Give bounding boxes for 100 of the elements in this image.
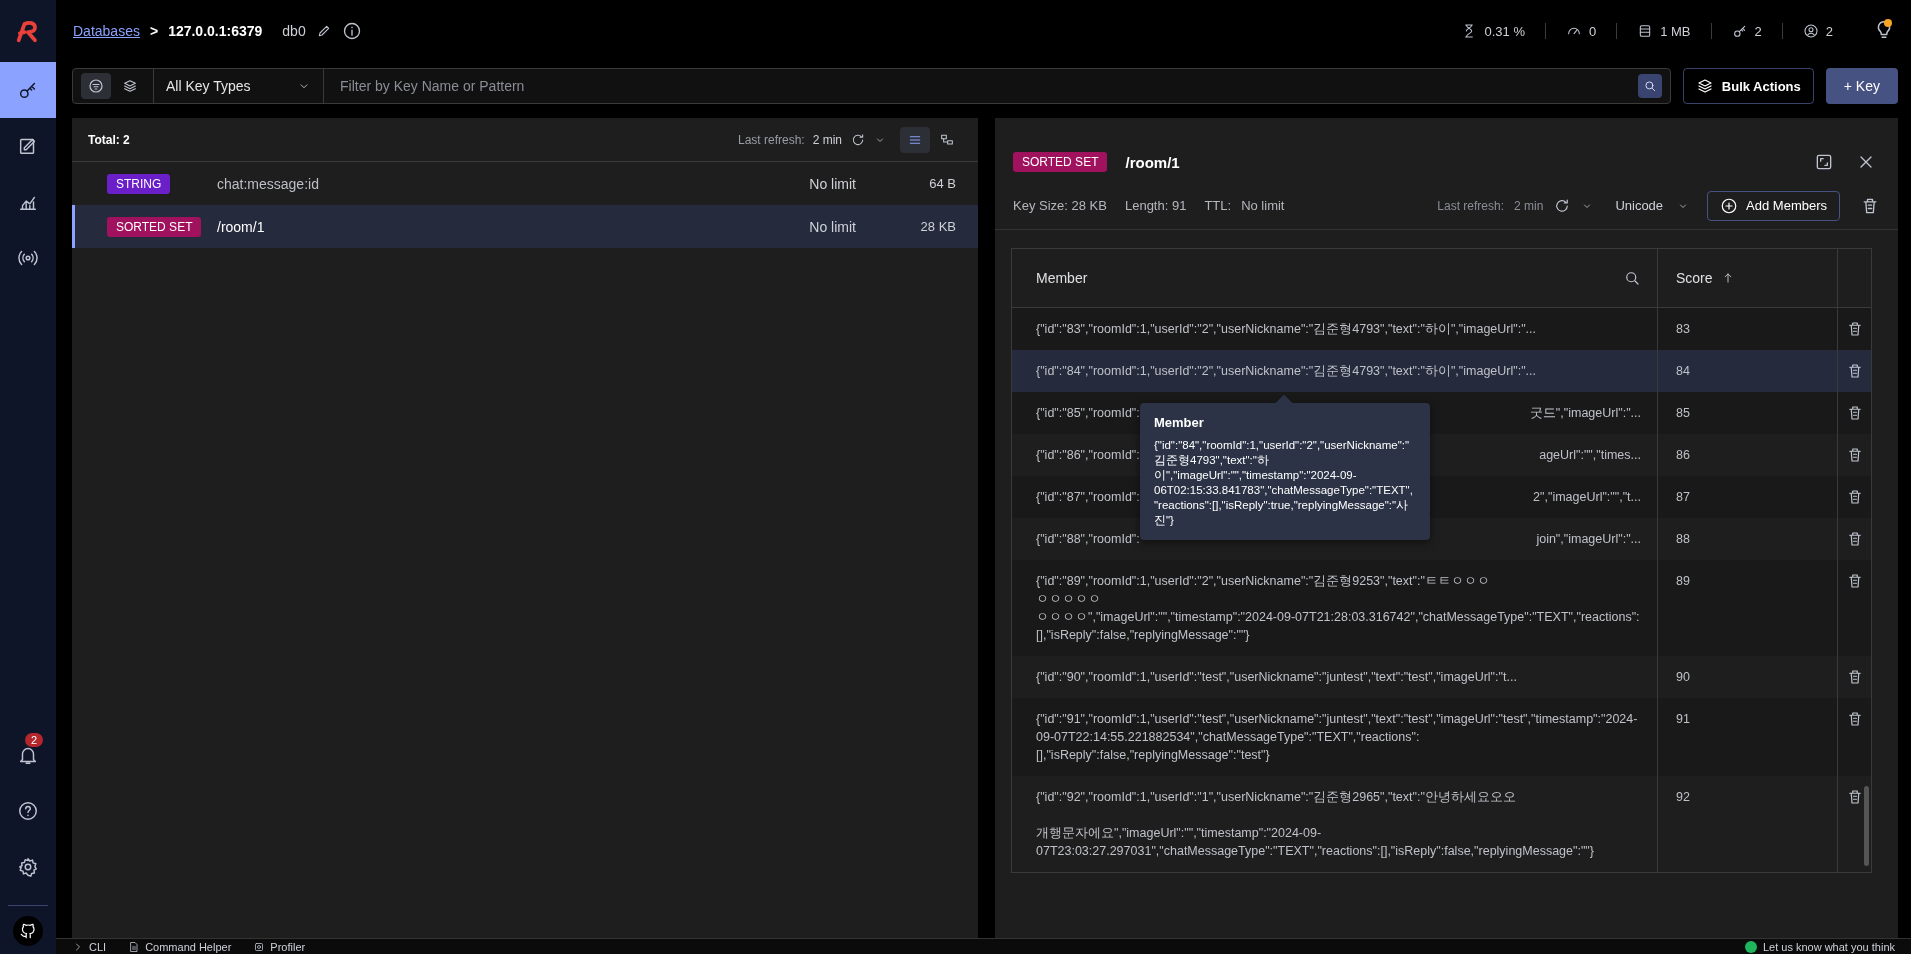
panel-tab[interactable]: Command Helper xyxy=(128,940,232,953)
key-name: /room/1 xyxy=(1125,153,1180,171)
expand-icon xyxy=(1814,152,1834,172)
refresh-button[interactable] xyxy=(850,131,866,148)
search-button[interactable] xyxy=(1623,269,1641,287)
member-value: {"id":"84","roomId":1,"userId":"2","userNickname":"김준형4793","text":"하이","imageUrl":"... xyxy=(1036,363,1538,380)
help-icon xyxy=(17,800,39,822)
key-size: 28 KB xyxy=(919,219,956,234)
panel-tab[interactable]: Profiler xyxy=(253,940,306,953)
member-value: {"id":"88","roomId": xyxy=(1036,531,1140,548)
search-icon xyxy=(1623,269,1641,287)
column-header[interactable]: Score xyxy=(1676,270,1713,286)
info-icon xyxy=(341,21,362,41)
score-value: 92 xyxy=(1676,790,1690,804)
key-type-tag: SORTED SET xyxy=(1013,152,1108,172)
member-value: {"id":"83","roomId":1,"userId":"2","userNickname":"김준형4793","text":"하이","imageUrl":"... xyxy=(1036,321,1538,338)
member-row[interactable]: {"id":"83","roomId":1,"userId":"2","userNickname":"김준형4793","text":"하이","imageUrl":"... 83 xyxy=(1012,308,1871,350)
github-button[interactable] xyxy=(13,916,43,946)
search-button[interactable] xyxy=(1637,74,1662,98)
score-value: 89 xyxy=(1676,574,1690,588)
member-value: {"id":"86","roomId": xyxy=(1036,447,1140,464)
filter-icon xyxy=(87,77,105,95)
member-value: ageUrl":"","times... xyxy=(1539,447,1641,464)
settings-icon xyxy=(17,856,39,878)
stat-value: 2 xyxy=(1825,23,1833,39)
member-value: {"id":"91","roomId":1,"userId":"test","userNickname":"juntest","text":"test","imageUrl":"test","timestamp":"2024-09-07T22:14:55.221882534","chatMessageType":"TEXT","reactions":[],"isReply":false,"replyingMessage":"test"} xyxy=(1036,711,1639,764)
notification-badge: 2 xyxy=(25,733,44,747)
member-row[interactable] xyxy=(1012,560,1871,656)
score-value: 87 xyxy=(1676,490,1690,504)
score-value: 88 xyxy=(1676,532,1690,546)
database-index: db0 xyxy=(282,23,306,39)
refresh-icon xyxy=(850,131,866,148)
key-type-tag: SORTED SET xyxy=(107,216,202,237)
member-value: {"id":"85","roomId": xyxy=(1036,405,1140,422)
key-row[interactable]: SORTED SET /room/1 No limit 28 KB xyxy=(72,205,978,248)
score-value: 91 xyxy=(1676,712,1690,726)
add-key-button[interactable]: + Key xyxy=(1825,68,1898,104)
scrollbar[interactable] xyxy=(1864,786,1869,866)
key-type-dropdown[interactable]: All Key Types xyxy=(154,69,324,103)
key-size: 64 B xyxy=(928,176,956,191)
fullscreen-button[interactable] xyxy=(1814,152,1834,172)
member-value: {"id":"89","roomId":1,"userId":"2","userNickname":"김준형9253","text":"ㅌㅌㅇㅇㅇ xyxy=(1036,573,1491,590)
member-value: {"id":"92","roomId":1,"userId":"1","userNickname":"김준형2965","text":"안녕하세요오오 개행문자에요","imageUrl":"","timestamp":"2024-09-07T23:03:27.297031","chatMessageType":"TEXT","reactions":[],"isReply":false,"replyingMessage":""} xyxy=(1036,789,1595,860)
score-value: 85 xyxy=(1676,406,1690,420)
key-ttl: No limit xyxy=(808,218,856,235)
score-value: 86 xyxy=(1676,448,1690,462)
tooltip-title: Member xyxy=(1154,415,1205,430)
breadcrumb-separator: > xyxy=(149,23,159,39)
member-row[interactable]: {"id":"84","roomId":1,"userId":"2","userNickname":"김준형4793","text":"하이","imageUrl":"... 84 xyxy=(1012,350,1871,392)
bulk-actions-button[interactable]: Bulk Actions xyxy=(1682,68,1814,104)
notification-dot xyxy=(1884,19,1892,27)
member-value: {"id":"90","roomId":1,"userId":"test","userNickname":"juntest","text":"test","imageUrl":"t... xyxy=(1036,669,1518,686)
user-icon xyxy=(1802,23,1819,39)
refresh-time: 2 min xyxy=(1514,198,1544,213)
key-ttl: No limit xyxy=(808,175,856,192)
github-icon xyxy=(19,922,37,940)
profiler-icon xyxy=(253,940,266,953)
column-header[interactable]: Member xyxy=(1036,270,1088,286)
plus-icon xyxy=(1720,196,1739,215)
stat-value: 0 xyxy=(1588,23,1597,39)
member-value: join","imageUrl":"... xyxy=(1536,531,1641,548)
layers-icon xyxy=(122,78,138,94)
member-value: 2","imageUrl":"","t... xyxy=(1533,489,1641,506)
search-icon xyxy=(1642,79,1657,93)
score-value: 90 xyxy=(1676,670,1690,684)
refresh-time: 2 min xyxy=(812,132,842,147)
stat-value: 0.31 % xyxy=(1484,23,1525,39)
member-value: ㅇㅇㅇㅇ","imageUrl":"","timestamp":"2024-09-07T21:28:03.316742","chatMessageType":"TEXT","reactions":[],"isReply":false,"replyingMessage":""} xyxy=(1036,609,1641,644)
key-length: Length: 91 xyxy=(1124,198,1187,213)
panel-tab[interactable]: CLI xyxy=(72,940,107,953)
key-name: chat:message:id xyxy=(217,175,320,192)
stat-value: 1 MB xyxy=(1660,23,1691,39)
key-size: Key Size: 28 KB xyxy=(1013,198,1107,213)
feedback-icon xyxy=(1744,940,1757,953)
total-count: Total: 2 xyxy=(88,132,130,147)
score-value: 83 xyxy=(1676,322,1690,336)
key-name: /room/1 xyxy=(217,218,266,235)
member-value: ㅇㅇㅇㅇㅇ xyxy=(1036,591,1102,608)
database-host: 127.0.0.1:6379 xyxy=(168,23,263,39)
document-icon xyxy=(128,940,141,953)
ttl-value: No limit xyxy=(1241,198,1285,213)
score-value: 84 xyxy=(1676,364,1690,378)
breadcrumb-link[interactable]: Databases xyxy=(73,23,140,39)
filter-field[interactable]: All Key Types Filter by Key Name or Pattern xyxy=(72,68,1671,104)
refresh-label: Last refresh: xyxy=(737,132,805,147)
list-view-button[interactable] xyxy=(900,126,930,153)
key-type-tag: STRING xyxy=(107,173,171,194)
add-members-button[interactable]: Add Members xyxy=(1707,190,1840,221)
stat-value: 2 xyxy=(1754,23,1762,39)
key-row[interactable]: STRING chat:message:id No limit 64 B xyxy=(72,162,978,205)
refresh-label: Last refresh: xyxy=(1437,198,1505,213)
feedback-link[interactable]: Let us know what you think xyxy=(1762,940,1895,953)
ttl-label: TTL: xyxy=(1204,198,1232,213)
filter-mode-button[interactable] xyxy=(81,73,111,99)
key-icon xyxy=(1731,23,1748,39)
member-row[interactable] xyxy=(1012,698,1871,776)
member-value: {"id":"87","roomId": xyxy=(1036,489,1140,506)
member-value: 굿드","imageUrl":"... xyxy=(1529,405,1641,422)
encoding-dropdown[interactable]: Unicode xyxy=(1615,198,1690,213)
info-button[interactable] xyxy=(341,21,362,41)
